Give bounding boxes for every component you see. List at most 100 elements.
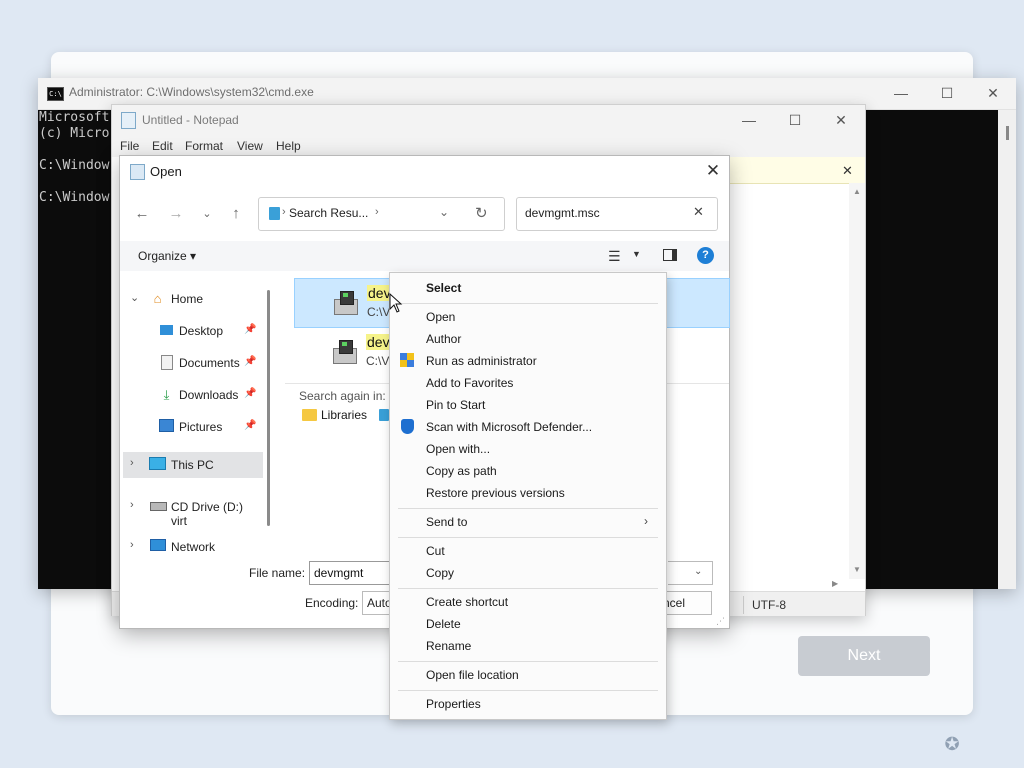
menu-separator — [398, 537, 658, 538]
maximize-icon[interactable]: ☐ — [772, 105, 818, 135]
resize-grip-icon[interactable]: ⋰ — [716, 616, 725, 627]
maximize-icon[interactable]: ☐ — [924, 78, 970, 109]
dialog-title: Open — [150, 164, 182, 179]
next-button[interactable]: Next — [798, 636, 930, 676]
dialog-title-bar[interactable]: Open ✕ — [120, 156, 729, 186]
menu-format[interactable]: Format — [185, 139, 223, 153]
menu-item-run-as-admin[interactable]: Run as administrator — [390, 350, 666, 372]
cmd-scrollbar[interactable] — [998, 110, 1016, 589]
menu-item-cut[interactable]: Cut — [390, 540, 666, 562]
minimize-icon[interactable]: — — [878, 78, 924, 109]
defender-icon — [401, 419, 414, 434]
nav-item-home[interactable]: ⌄ ⌂ Home — [120, 286, 260, 312]
uac-shield-icon — [400, 353, 414, 368]
cmd-output: Microsoft (c) Micro C:\Window C:\Window — [39, 110, 110, 205]
file-path: C:\V — [367, 305, 391, 319]
chevron-down-icon[interactable]: ⌄ — [439, 205, 449, 219]
clear-icon[interactable]: ✕ — [693, 204, 704, 220]
nav-item-documents[interactable]: Documents 📌 — [120, 350, 260, 376]
pin-icon: 📌 — [244, 356, 257, 367]
scroll-right-icon[interactable]: ▶ — [832, 579, 838, 588]
cmd-scroll-thumb[interactable] — [1006, 126, 1009, 140]
nav-item-desktop[interactable]: Desktop 📌 — [120, 318, 260, 344]
documents-icon — [159, 355, 174, 370]
view-list-icon[interactable]: ☰ — [608, 248, 621, 265]
file-name-dropdown[interactable]: ⌄ — [668, 561, 713, 585]
refresh-icon[interactable]: ↻ — [475, 204, 488, 222]
chevron-right-icon: › — [644, 514, 648, 528]
help-icon[interactable]: ? — [697, 247, 714, 264]
preview-pane-icon[interactable] — [663, 249, 677, 261]
notepad-icon — [121, 112, 136, 129]
device-manager-icon — [330, 289, 358, 317]
address-bar[interactable]: › Search Resu... › ⌄ ↻ — [258, 197, 505, 231]
search-again-libraries[interactable]: Libraries — [321, 408, 367, 422]
notepad-title-bar[interactable]: Untitled - Notepad — ☐ ✕ — [112, 105, 865, 135]
search-again-label: Search again in: — [299, 389, 386, 403]
menu-item-copy[interactable]: Copy — [390, 562, 666, 584]
nav-item-this-pc[interactable]: › This PC — [123, 452, 263, 478]
chevron-down-icon[interactable]: ⌄ — [130, 291, 139, 304]
folder-icon — [302, 409, 317, 421]
menu-item-delete[interactable]: Delete — [390, 613, 666, 635]
menu-item-restore-versions[interactable]: Restore previous versions — [390, 482, 666, 504]
minimize-icon[interactable]: — — [726, 105, 772, 135]
chevron-down-icon[interactable]: ▼ — [632, 249, 641, 259]
back-icon[interactable]: ← — [132, 204, 152, 224]
cd-drive-icon — [150, 499, 167, 514]
network-icon — [150, 539, 166, 554]
menu-item-open-file-location[interactable]: Open file location — [390, 664, 666, 686]
file-name-label: File name: — [249, 566, 306, 580]
menu-item-properties[interactable]: Properties — [390, 693, 666, 715]
nav-scrollbar[interactable] — [267, 290, 270, 526]
menu-file[interactable]: File — [120, 139, 139, 153]
menu-item-pin-start[interactable]: Pin to Start — [390, 394, 666, 416]
nav-item-cd-drive[interactable]: › CD Drive (D:) virt — [120, 494, 260, 528]
pin-icon: 📌 — [244, 388, 257, 399]
nav-item-pictures[interactable]: Pictures 📌 — [120, 414, 260, 440]
pin-icon: 📌 — [244, 324, 257, 335]
notepad-scrollbar[interactable]: ▲ ▼ — [849, 183, 865, 579]
up-icon[interactable]: ↑ — [226, 204, 246, 224]
menu-item-select[interactable]: Select — [390, 277, 666, 299]
close-icon[interactable]: ✕ — [970, 78, 1016, 109]
home-icon: ⌂ — [153, 291, 162, 306]
pin-icon: 📌 — [244, 420, 257, 431]
chevron-down-icon: ⌄ — [694, 566, 703, 577]
close-icon[interactable]: ✕ — [818, 105, 864, 135]
chevron-right-icon[interactable]: › — [375, 206, 379, 218]
search-input[interactable]: devmgmt.msc ✕ — [516, 197, 718, 231]
menu-item-scan-defender[interactable]: Scan with Microsoft Defender... — [390, 416, 666, 438]
banner-close-icon[interactable]: ✕ — [842, 163, 853, 179]
menu-item-copy-path[interactable]: Copy as path — [390, 460, 666, 482]
organize-button[interactable]: Organize ▾ — [138, 249, 196, 263]
downloads-icon: ⤓ — [163, 387, 170, 402]
accessibility-icon[interactable]: ✪ — [942, 734, 962, 754]
menu-item-open[interactable]: Open — [390, 306, 666, 328]
notepad-title: Untitled - Notepad — [142, 113, 239, 127]
menu-item-send-to[interactable]: Send to › — [390, 511, 666, 533]
chevron-right-icon[interactable]: › — [130, 539, 134, 551]
recent-chevron-down-icon[interactable]: ⌄ — [197, 204, 217, 224]
menu-item-rename[interactable]: Rename — [390, 635, 666, 657]
menu-help[interactable]: Help — [276, 139, 301, 153]
chevron-right-icon: › — [282, 206, 286, 218]
menu-item-add-favorites[interactable]: Add to Favorites — [390, 372, 666, 394]
nav-item-downloads[interactable]: ⤓ Downloads 📌 — [120, 382, 260, 408]
menu-separator — [398, 588, 658, 589]
search-value: devmgmt.msc — [525, 206, 600, 220]
file-name-value: devmgmt — [314, 566, 364, 580]
menu-item-create-shortcut[interactable]: Create shortcut — [390, 591, 666, 613]
menu-edit[interactable]: Edit — [152, 139, 173, 153]
mouse-cursor-icon — [389, 293, 403, 313]
this-pc-icon[interactable] — [379, 409, 389, 421]
file-name-input[interactable]: devmgmt — [309, 561, 391, 585]
close-icon[interactable]: ✕ — [700, 159, 726, 183]
menu-item-author[interactable]: Author — [390, 328, 666, 350]
menu-view[interactable]: View — [237, 139, 263, 153]
forward-icon[interactable]: → — [166, 204, 186, 224]
chevron-right-icon[interactable]: › — [130, 457, 134, 469]
chevron-right-icon[interactable]: › — [130, 499, 134, 511]
menu-item-open-with[interactable]: Open with... — [390, 438, 666, 460]
nav-item-network[interactable]: › Network — [120, 534, 260, 560]
